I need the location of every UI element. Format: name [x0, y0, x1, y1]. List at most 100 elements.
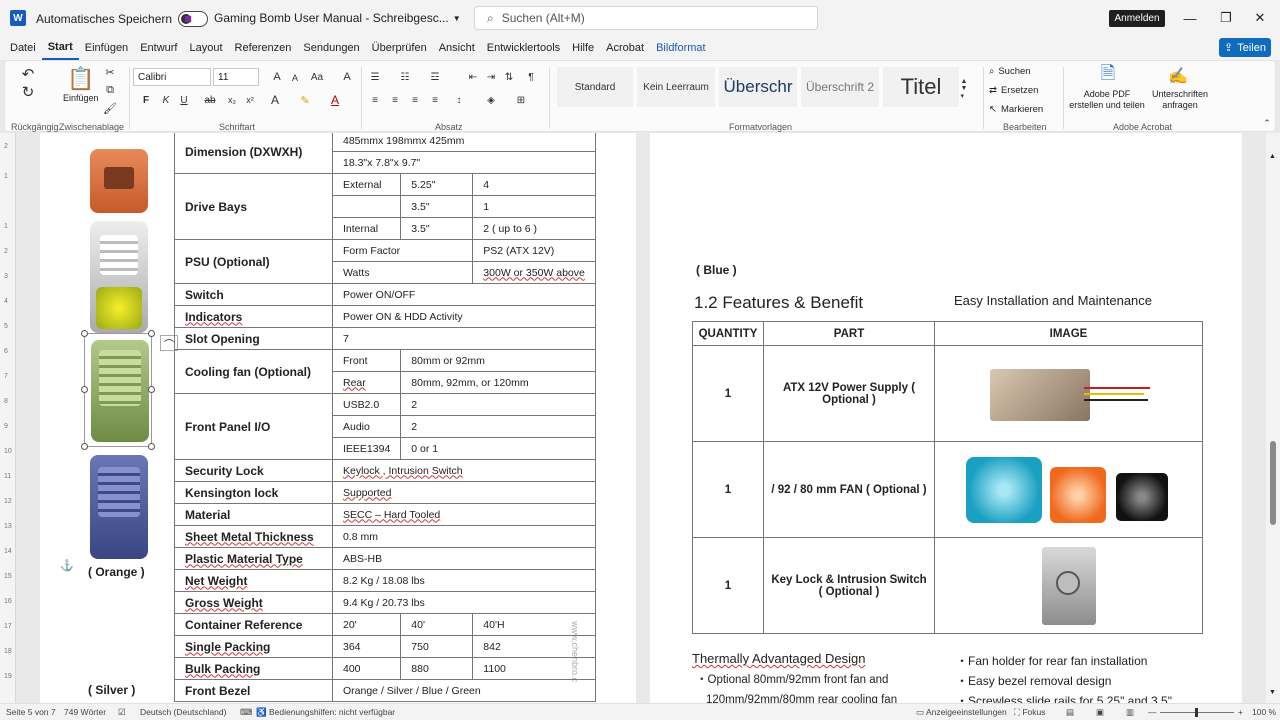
line-spacing-icon[interactable]: ↕: [451, 93, 467, 107]
tab-bildformat[interactable]: Bildformat: [650, 36, 712, 60]
read-mode-icon[interactable]: ▤: [1066, 707, 1074, 718]
bold-icon[interactable]: F: [139, 93, 153, 107]
save-icon[interactable]: ■: [180, 10, 196, 26]
scroll-thumb[interactable]: [1270, 441, 1276, 525]
font-name-dropdown[interactable]: Calibri: [133, 68, 211, 86]
zoom-slider-thumb[interactable]: [1195, 708, 1198, 717]
vertical-scrollbar[interactable]: ▲ ▼: [1266, 133, 1280, 703]
highlight-icon[interactable]: ✎: [297, 93, 313, 107]
grow-font-icon[interactable]: A: [269, 69, 285, 85]
show-marks-icon[interactable]: ¶: [523, 69, 539, 85]
minimize-icon[interactable]: —: [1170, 0, 1210, 36]
page-5[interactable]: ⌒ ⚓ ( Orange ) ( Silver ) www.chenbro.c …: [40, 133, 636, 703]
pdf-icon[interactable]: 🗎: [1097, 63, 1119, 87]
resize-handle[interactable]: [148, 386, 155, 393]
scroll-up-icon[interactable]: ▲: [1269, 153, 1276, 160]
resize-handle[interactable]: [148, 330, 155, 337]
resize-handle[interactable]: [81, 386, 88, 393]
clear-format-icon[interactable]: A: [339, 69, 355, 85]
increase-indent-icon[interactable]: ⇥: [483, 69, 499, 85]
tab-acrobat[interactable]: Acrobat: [600, 36, 650, 60]
copy-icon[interactable]: ⧉: [103, 83, 117, 97]
decrease-indent-icon[interactable]: ⇤: [465, 69, 481, 85]
signature-icon[interactable]: ✍: [1167, 65, 1189, 87]
borders-icon[interactable]: ⊞: [513, 93, 529, 107]
strikethrough-icon[interactable]: ab: [203, 93, 217, 107]
resize-handle[interactable]: [148, 443, 155, 450]
style-standard[interactable]: Standard: [557, 67, 633, 107]
language-indicator[interactable]: Deutsch (Deutschland): [140, 707, 226, 717]
signin-button[interactable]: Anmelden: [1109, 10, 1165, 27]
tab-ansicht[interactable]: Ansicht: [433, 36, 481, 60]
italic-icon[interactable]: K: [159, 93, 173, 107]
change-case-icon[interactable]: Aa: [307, 69, 327, 85]
multilevel-list-icon[interactable]: ☲: [427, 69, 443, 85]
undo-icon[interactable]: ↶: [17, 65, 39, 83]
tab-datei[interactable]: Datei: [4, 36, 42, 60]
sort-icon[interactable]: ⇅: [501, 69, 517, 85]
superscript-icon[interactable]: x²: [243, 93, 257, 107]
resize-handle[interactable]: [81, 443, 88, 450]
style-heading-1[interactable]: Überschr: [719, 67, 797, 107]
tab-referenzen[interactable]: Referenzen: [229, 36, 298, 60]
case-blue-image[interactable]: [90, 455, 148, 559]
word-count[interactable]: 749 Wörter: [64, 707, 106, 717]
page-6[interactable]: ( Blue ) 1.2 Features & Benefit Easy Ins…: [650, 133, 1242, 703]
tab-hilfe[interactable]: Hilfe: [566, 36, 600, 60]
predictions-icon[interactable]: ⌨: [240, 707, 252, 718]
close-icon[interactable]: ✕: [1240, 0, 1280, 36]
key-lock-image[interactable]: [1041, 546, 1096, 625]
share-button[interactable]: ⇪ Teilen: [1219, 38, 1271, 57]
tab-ueberpruefen[interactable]: Überprüfen: [366, 36, 433, 60]
underline-icon[interactable]: U: [177, 93, 191, 107]
find-button[interactable]: ⌕ Suchen: [989, 66, 1031, 77]
subscript-icon[interactable]: x₂: [225, 93, 239, 107]
numbering-icon[interactable]: ☷: [397, 69, 413, 85]
proofing-icon[interactable]: ☑: [118, 707, 126, 718]
request-signatures-button[interactable]: Unterschriften anfragen: [1145, 89, 1215, 111]
search-box[interactable]: ⌕ Suchen (Alt+M): [474, 6, 818, 30]
format-painter-icon[interactable]: 🖌: [103, 101, 117, 115]
align-right-icon[interactable]: ≡: [407, 93, 423, 107]
tab-entwicklertools[interactable]: Entwicklertools: [481, 36, 566, 60]
display-settings[interactable]: ▭ Anzeigeeinstellungen: [916, 707, 1007, 718]
styles-scroll-icon[interactable]: ▲ ▼ ▾: [959, 69, 969, 109]
focus-mode[interactable]: ⛶ Fokus: [1014, 707, 1045, 718]
selected-image-frame[interactable]: [81, 330, 155, 450]
bullets-icon[interactable]: ☰: [367, 69, 383, 85]
fans-image[interactable]: [965, 455, 1172, 525]
paste-icon[interactable]: 📋: [65, 65, 97, 93]
collapse-ribbon-icon[interactable]: ⌃: [1261, 117, 1273, 129]
power-supply-image[interactable]: [984, 363, 1154, 425]
align-center-icon[interactable]: ≡: [387, 93, 403, 107]
font-size-dropdown[interactable]: 11: [213, 68, 259, 86]
accessibility-status[interactable]: ♿ Bedienungshilfen: nicht verfügbar: [256, 707, 395, 718]
cut-icon[interactable]: ✂: [103, 65, 117, 79]
resize-handle[interactable]: [81, 330, 88, 337]
page-indicator[interactable]: Seite 5 von 7: [6, 707, 56, 717]
tab-start[interactable]: Start: [41, 36, 79, 60]
font-color-icon[interactable]: A: [327, 93, 343, 107]
zoom-level[interactable]: 100 %: [1252, 707, 1276, 717]
style-title[interactable]: Titel: [883, 67, 959, 107]
paste-label[interactable]: Einfügen: [63, 93, 99, 103]
print-layout-icon[interactable]: ▣: [1096, 707, 1104, 718]
create-pdf-button[interactable]: Adobe PDF erstellen und teilen: [1067, 89, 1147, 111]
align-left-icon[interactable]: ≡: [367, 93, 383, 107]
web-layout-icon[interactable]: ▥: [1126, 707, 1134, 718]
case-orange-image[interactable]: [90, 149, 148, 213]
zoom-in-icon[interactable]: +: [1238, 707, 1243, 717]
text-effects-icon[interactable]: A: [267, 93, 283, 107]
scroll-down-icon[interactable]: ▼: [1269, 689, 1276, 696]
shrink-font-icon[interactable]: A: [287, 70, 303, 86]
select-button[interactable]: ↖ Markieren: [989, 104, 1043, 115]
zoom-out-icon[interactable]: —: [1148, 707, 1157, 717]
tab-sendungen[interactable]: Sendungen: [297, 36, 365, 60]
style-no-spacing[interactable]: Kein Leerraum: [637, 67, 715, 107]
tab-einfuegen[interactable]: Einfügen: [79, 36, 134, 60]
shading-icon[interactable]: ◈: [483, 93, 499, 107]
document-title[interactable]: Gaming Bomb User Manual - Schreibgesc...…: [214, 11, 461, 25]
tab-layout[interactable]: Layout: [183, 36, 228, 60]
redo-icon[interactable]: ↻: [17, 83, 39, 101]
replace-button[interactable]: ⇄ Ersetzen: [989, 85, 1038, 96]
